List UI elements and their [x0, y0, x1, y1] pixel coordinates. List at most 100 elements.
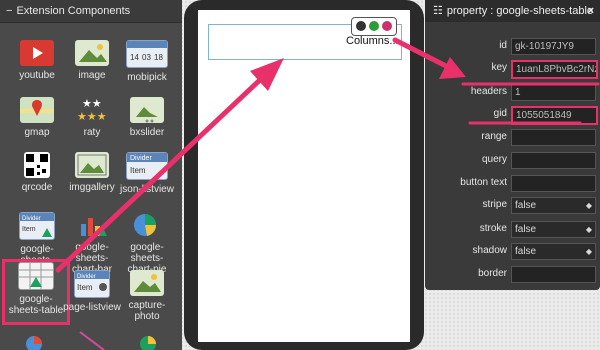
- component-image[interactable]: image: [63, 40, 121, 100]
- component-google-sheets-table[interactable]: google-sheets-table: [2, 259, 70, 325]
- stroke-select[interactable]: false ◆: [511, 221, 596, 238]
- stripe-select[interactable]: false ◆: [511, 197, 596, 214]
- id-field[interactable]: gk-10197JY9: [511, 38, 596, 55]
- component-imggallery[interactable]: imggallery: [63, 152, 121, 212]
- image-icon: [75, 40, 109, 66]
- calendar-month: 03: [142, 53, 151, 62]
- query-field[interactable]: [511, 152, 596, 169]
- property-label: stripe: [482, 199, 507, 210]
- property-header: ☷ property : google-sheets-table ×: [425, 0, 600, 22]
- property-row-key: key 1uanL8PbvBc2rNzX: [425, 60, 600, 80]
- component-label: gmap: [24, 127, 50, 138]
- item-text: Item: [77, 283, 93, 292]
- star-rating-icon: ★★ ★★★: [75, 97, 109, 123]
- property-row-headers: headers 1: [425, 84, 600, 104]
- map-icon: [20, 97, 54, 123]
- divider-text: Divider: [77, 274, 96, 280]
- slider-icon: [130, 97, 164, 123]
- calendar-day: 14: [130, 53, 139, 62]
- select-caret-icon: ◆: [585, 225, 592, 234]
- youtube-icon: [20, 40, 54, 66]
- partial-icon-row: [0, 330, 182, 350]
- component-label: imggallery: [69, 182, 115, 193]
- property-row-gid: gid 1055051849: [425, 106, 600, 126]
- property-label: range: [481, 131, 507, 142]
- svg-text:★★★: ★★★: [77, 110, 107, 123]
- property-label: headers: [470, 86, 507, 97]
- divider-text: Divider: [130, 155, 152, 162]
- sheets-bar-chart-icon: [75, 212, 109, 238]
- qrcode-icon: [24, 152, 50, 178]
- panel-header[interactable]: − Extension Components: [0, 0, 182, 23]
- key-field[interactable]: 1uanL8PbvBc2rNzX: [511, 60, 598, 79]
- component-gmap[interactable]: gmap: [8, 97, 66, 157]
- component-qrcode[interactable]: qrcode: [8, 152, 66, 212]
- gid-field[interactable]: 1055051849: [511, 106, 598, 125]
- component-label: mobipick: [127, 72, 167, 83]
- close-icon[interactable]: ×: [588, 0, 594, 22]
- shadow-select[interactable]: false ◆: [511, 243, 596, 260]
- component-youtube[interactable]: youtube: [8, 40, 66, 100]
- component-label: youtube: [19, 70, 55, 81]
- property-row-stroke: stroke false ◆: [425, 221, 600, 241]
- extension-components-panel: − Extension Components youtube image 14 0…: [0, 0, 182, 350]
- calendar-icon: 14 03 18: [126, 40, 168, 68]
- gallery-icon: [75, 152, 109, 178]
- sheets-table-icon: [18, 262, 54, 290]
- component-bxslider[interactable]: bxslider: [118, 97, 176, 157]
- button-text-field[interactable]: [511, 175, 596, 192]
- component-label: capture-photo: [128, 300, 166, 322]
- item-text: Item: [130, 166, 146, 175]
- property-row-border: border: [425, 266, 600, 286]
- property-row-stripe: stripe false ◆: [425, 197, 600, 217]
- page-listview-icon: Divider Item: [74, 270, 110, 298]
- range-field[interactable]: [511, 129, 596, 146]
- property-label: key: [491, 62, 507, 73]
- widget-toolbar: [351, 17, 397, 36]
- component-label: page-listview: [63, 302, 121, 313]
- component-google-sheets-chart-bar[interactable]: google-sheets-chart-bar: [63, 212, 121, 275]
- property-panel: ☷ property : google-sheets-table × id gk-…: [425, 0, 600, 290]
- select-caret-icon: ◆: [585, 247, 592, 256]
- camera-icon: [130, 270, 164, 296]
- component-capture-photo[interactable]: capture-photo: [118, 270, 176, 330]
- svg-text:★★: ★★: [82, 97, 102, 110]
- listview-icon: Divider Item: [126, 152, 168, 180]
- property-label: stroke: [479, 223, 507, 234]
- component-page-listview[interactable]: Divider Item page-listview: [63, 270, 121, 330]
- property-row-query: query: [425, 152, 600, 172]
- headers-field[interactable]: 1: [511, 84, 596, 101]
- add-icon[interactable]: [369, 21, 379, 31]
- component-google-sheets-chart-pie[interactable]: google-sheets-chart-pie: [118, 212, 176, 275]
- item-text: Item: [22, 226, 36, 233]
- remove-icon[interactable]: [382, 21, 392, 31]
- sheets-pie-chart-icon: [130, 212, 164, 238]
- property-label: button text: [460, 177, 507, 188]
- property-title: property : google-sheets-table: [446, 5, 594, 17]
- component-label: bxslider: [129, 127, 165, 138]
- property-row-range: range: [425, 129, 600, 149]
- select-caret-icon: ◆: [585, 201, 592, 210]
- sheets-listview-icon: Divider Item: [19, 212, 55, 240]
- component-raty[interactable]: ★★ ★★★ raty: [63, 97, 121, 157]
- property-label: id: [499, 40, 507, 51]
- select-value: false: [515, 200, 537, 211]
- component-label: raty: [83, 127, 101, 138]
- property-label: query: [481, 154, 507, 165]
- border-field[interactable]: [511, 266, 596, 283]
- component-label: google-sheets-table: [8, 294, 64, 316]
- select-value: false: [515, 246, 537, 257]
- grid-icon: ☷: [433, 5, 443, 17]
- property-row-id: id gk-10197JY9: [425, 38, 600, 58]
- move-up-icon[interactable]: [356, 21, 366, 31]
- columns-label: Columns...: [346, 35, 399, 47]
- property-label: border: [478, 268, 507, 279]
- collapse-icon[interactable]: −: [6, 5, 12, 17]
- component-json-listview[interactable]: Divider Item json-listview: [118, 152, 176, 212]
- divider-text: Divider: [22, 216, 41, 222]
- component-label: qrcode: [21, 182, 53, 193]
- component-label: image: [78, 70, 106, 81]
- property-label: gid: [493, 108, 507, 119]
- component-mobipick[interactable]: 14 03 18 mobipick: [118, 40, 176, 100]
- property-row-shadow: shadow false ◆: [425, 243, 600, 263]
